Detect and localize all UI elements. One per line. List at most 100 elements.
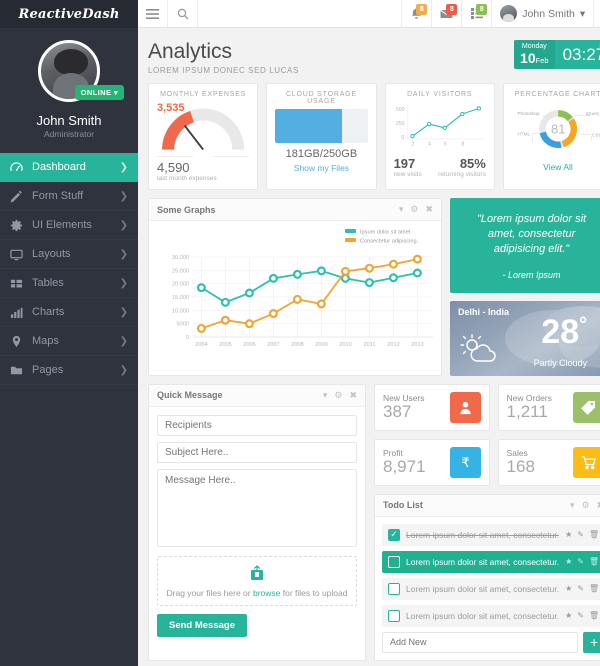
recipients-input[interactable] — [157, 414, 357, 436]
quote-author: - Lorem Ipsum — [502, 269, 561, 280]
main-area: 8 8 8 John Smith ▾ Analytics LOREM IPSUM… — [138, 0, 600, 666]
monitor-icon — [10, 248, 32, 261]
widget-daily-visitors: DAILY VISITORS 500 250 0 2 4 6 8 197 new… — [384, 83, 495, 190]
visitors-new-group: 197 new visits — [394, 156, 422, 178]
tasks-icon[interactable]: 8 — [461, 0, 491, 27]
svg-text:500: 500 — [395, 107, 404, 113]
bell-badge: 8 — [416, 4, 428, 15]
chat-icon[interactable] — [593, 0, 600, 27]
todo-checkbox[interactable]: ✓ — [388, 528, 400, 541]
send-message-button[interactable]: Send Message — [157, 613, 247, 637]
chevron-down-icon[interactable]: ▾ — [399, 204, 404, 215]
sidebar-item-form-stuff[interactable]: Form Stuff ❯ — [0, 182, 138, 211]
stat-tile-sales[interactable]: Sales 168 — [497, 438, 600, 486]
todo-text: Lorem ipsum dolor sit amet, consectetur. — [406, 529, 560, 540]
todo-checkbox[interactable] — [388, 609, 400, 622]
chevron-right-icon: ❯ — [119, 190, 128, 202]
tile-value: 8,971 — [383, 456, 426, 476]
chevron-right-icon: ❯ — [119, 248, 128, 260]
close-icon[interactable]: ✖ — [349, 390, 357, 401]
todo-item[interactable]: Lorem ipsum dolor sit amet, consectetur.… — [382, 577, 600, 600]
stat-tile-profit[interactable]: Profit 8,971 ₹ — [374, 438, 490, 486]
svg-text:Consectetur adipiscing.: Consectetur adipiscing. — [360, 239, 419, 245]
sidebar-item-layouts[interactable]: Layouts ❯ — [0, 240, 138, 269]
line-chart: Ipsum dolor sit amet Consectetur adipisci… — [172, 229, 433, 348]
bell-icon[interactable]: 8 — [401, 0, 431, 27]
user-icon — [449, 391, 481, 423]
envelope-icon[interactable]: 8 — [431, 0, 461, 27]
close-icon[interactable]: ✖ — [597, 500, 600, 511]
sidebar-item-label: UI Elements — [32, 219, 92, 231]
sidebar-item-dashboard[interactable]: Dashboard ❯ — [0, 153, 138, 182]
status-badge[interactable]: ONLINE ▾ — [74, 85, 124, 100]
chevron-down-icon: ▾ — [579, 7, 586, 20]
svg-text:HTML: HTML — [517, 132, 530, 137]
todo-text: Lorem ipsum dolor sit amet, consectetur. — [406, 610, 560, 621]
star-icon[interactable]: ★ — [565, 530, 572, 539]
middle-row: Some Graphs ▾ ⚙ ✖ Ipsum dolor sit amet Co… — [148, 198, 600, 376]
hamburger-icon[interactable] — [138, 0, 168, 27]
gear-icon[interactable]: ⚙ — [334, 390, 342, 401]
todo-item[interactable]: ✓ Lorem ipsum dolor sit amet, consectetur… — [382, 523, 600, 546]
dropzone-suffix: for files to upload — [280, 587, 348, 598]
todo-item[interactable]: Lorem ipsum dolor sit amet, consectetur.… — [382, 550, 600, 573]
trash-icon[interactable]: 🗑 — [589, 530, 599, 539]
plus-icon[interactable]: + — [583, 631, 600, 653]
edit-icon[interactable]: ✎ — [577, 584, 584, 593]
todo-panel: Todo List ▾ ⚙ ✖ ✓ Lorem ipsum dolor sit a… — [374, 493, 600, 661]
stat-tile-new-orders[interactable]: New Orders 1,211 — [497, 383, 600, 431]
chevron-right-icon: ❯ — [119, 219, 128, 231]
sidebar-item-ui-elements[interactable]: UI Elements ❯ — [0, 211, 138, 240]
edit-icon[interactable]: ✎ — [577, 557, 584, 566]
dropzone-text: Drag your files here or browse for files… — [164, 588, 350, 598]
quote-text: "Lorem ipsum dolor sit amet, consectetur… — [477, 213, 587, 255]
star-icon[interactable]: ★ — [565, 611, 572, 620]
subject-input[interactable] — [157, 441, 357, 463]
todo-item[interactable]: Lorem ipsum dolor sit amet, consectetur.… — [382, 604, 600, 627]
star-icon[interactable]: ★ — [565, 557, 572, 566]
todo-checkbox[interactable] — [388, 555, 400, 568]
star-icon[interactable]: ★ — [565, 584, 572, 593]
storage-used-text: 181GB/250GB — [285, 148, 358, 160]
sidebar-item-label: Pages — [32, 364, 64, 376]
panel-header: Some Graphs ▾ ⚙ ✖ — [149, 199, 441, 221]
show-my-files-link[interactable]: Show my Files — [275, 163, 367, 173]
sidebar-item-pages[interactable]: Pages ❯ — [0, 356, 138, 385]
user-menu[interactable]: John Smith ▾ — [491, 0, 593, 27]
browse-link[interactable]: browse — [253, 588, 280, 598]
edit-icon[interactable]: ✎ — [577, 530, 584, 539]
chevron-down-icon[interactable]: ▾ — [570, 500, 575, 511]
brand-logo[interactable]: ReactiveDash — [0, 0, 138, 28]
profile-name: John Smith — [36, 113, 102, 128]
sidebar-item-maps[interactable]: Maps ❯ — [0, 327, 138, 356]
search-icon[interactable] — [168, 0, 198, 27]
panel-tools: ▾ ⚙ ✖ — [570, 500, 600, 511]
trash-icon[interactable]: 🗑 — [589, 584, 599, 593]
stat-tile-new-users[interactable]: New Users 387 — [374, 383, 490, 431]
svg-text:2011: 2011 — [363, 342, 375, 348]
expenses-caption: last month expenses — [157, 175, 217, 182]
widget-cloud-storage: CLOUD STORAGE USAGE 181GB/250GB Show my … — [266, 83, 377, 190]
page-header: Analytics LOREM IPSUM DONEC SED LUCAS Mo… — [148, 28, 600, 83]
chevron-right-icon: ❯ — [119, 306, 128, 318]
todo-add-input[interactable] — [382, 631, 579, 653]
todo-add-row: + — [382, 631, 600, 653]
todo-checkbox[interactable] — [388, 582, 400, 595]
trash-icon[interactable]: 🗑 — [589, 611, 599, 620]
gear-icon[interactable]: ⚙ — [410, 204, 418, 215]
sidebar-item-tables[interactable]: Tables ❯ — [0, 269, 138, 298]
chevron-down-icon[interactable]: ▾ — [323, 390, 328, 401]
svg-text:10.000: 10.000 — [172, 308, 189, 314]
trash-icon[interactable]: 🗑 — [589, 557, 599, 566]
stat-tiles: New Users 387 New Orders 1,211 Profit 8,971 ₹ S… — [374, 383, 600, 486]
edit-icon[interactable]: ✎ — [577, 611, 584, 620]
panel-header: Todo List ▾ ⚙ ✖ — [375, 494, 600, 517]
sidebar-item-charts[interactable]: Charts ❯ — [0, 298, 138, 327]
profile-role: Administrator — [43, 129, 95, 139]
file-dropzone[interactable]: Drag your files here or browse for files… — [157, 555, 357, 606]
close-icon[interactable]: ✖ — [425, 204, 433, 215]
view-all-link[interactable]: View All — [512, 162, 600, 172]
message-textarea[interactable] — [157, 468, 357, 547]
svg-text:₹: ₹ — [461, 456, 469, 471]
gear-icon[interactable]: ⚙ — [581, 500, 589, 511]
